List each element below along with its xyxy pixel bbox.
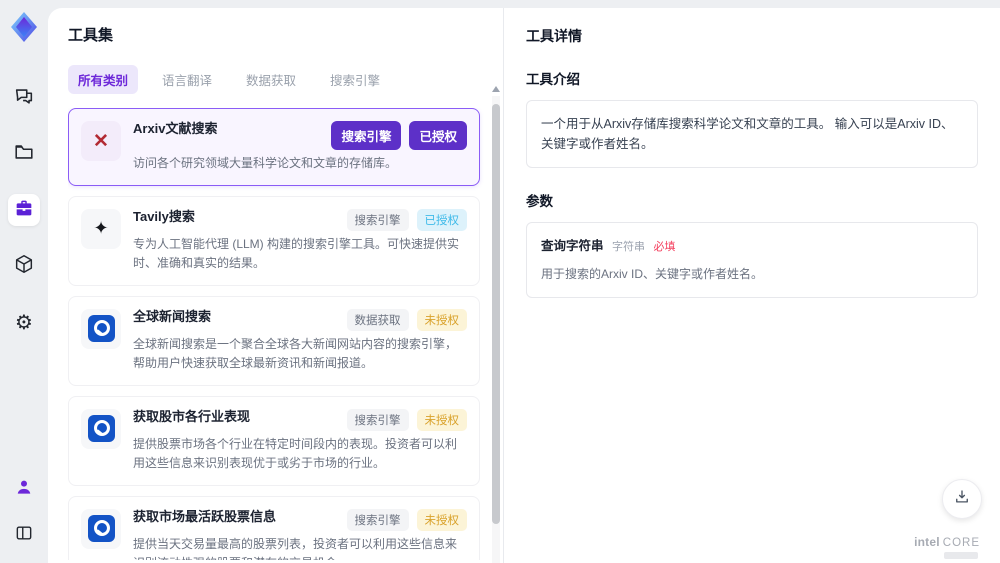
page-title: 工具集	[68, 27, 114, 44]
category-badge: 搜索引擎	[346, 508, 409, 531]
category-badge: 数据获取	[346, 308, 409, 331]
scrollbar-up-arrow[interactable]	[492, 86, 500, 92]
cube-icon	[13, 253, 35, 280]
tab-1[interactable]: 语言翻译	[152, 65, 222, 94]
tool-icon: ✦	[81, 208, 121, 249]
app-rail: ⚙	[0, 0, 48, 563]
category-badge: 搜索引擎	[346, 408, 409, 431]
intel-wordmark: intel	[914, 535, 940, 549]
tool-icon	[81, 508, 121, 549]
tool-icon	[81, 408, 121, 449]
briefcase-icon	[13, 197, 35, 224]
detail-title: 工具详情	[526, 28, 582, 44]
tool-card[interactable]: 获取股市各行业表现 搜索引擎 未授权提供股票市场各个行业在特定时间段内的表现。投资者…	[68, 395, 480, 486]
param-box: 查询字符串 字符串 必填 用于搜索的Arxiv ID、关键字或作者姓名。	[526, 222, 978, 298]
user-avatar-button[interactable]	[8, 473, 40, 505]
tool-description: 访问各个研究领域大量科学论文和文章的存储库。	[133, 156, 398, 170]
gear-icon: ⚙	[15, 310, 33, 334]
tool-title: Arxiv文献搜索	[133, 121, 218, 136]
category-tabs: 所有类别 语言翻译 数据获取 搜索引擎	[68, 65, 502, 94]
scrollbar-thumb[interactable]	[492, 104, 500, 524]
category-badge: 搜索引擎	[331, 121, 402, 150]
tool-card-list: ✕ Arxiv文献搜索 搜索引擎 已授权 访问各个研究领域大量科学论文和文章的存储库。 ✦…	[68, 108, 502, 560]
tool-card[interactable]: 全球新闻搜索 数据获取 未授权全球新闻搜索是一个聚合全球各大新闻网站内容的搜索引擎，…	[68, 295, 480, 386]
search-q-logo-icon	[87, 415, 115, 443]
sidebar-item-tools-active[interactable]	[8, 194, 40, 226]
tool-description: 提供股票市场各个行业在特定时间段内的表现。投资者可以利用这些信息来识别表现优于或…	[133, 436, 458, 470]
sidebar-item-settings[interactable]: ⚙	[8, 306, 40, 338]
tab-3[interactable]: 搜索引擎	[320, 65, 390, 94]
tool-list-pane: 工具集 所有类别 语言翻译 数据获取 搜索引擎 ✕ Arxiv文献搜索 搜索引擎 已授权 访问…	[48, 8, 502, 563]
auth-status-badge: 已授权	[416, 208, 467, 231]
folder-icon	[13, 141, 35, 168]
tool-description: 提供当天交易量最高的股票列表，投资者可以利用这些信息来识别流动性强的股票和潜在的…	[133, 536, 458, 560]
auth-status-badge: 已授权	[409, 121, 467, 150]
sidebar-item-packages[interactable]	[8, 250, 40, 282]
sidebar-item-chat[interactable]	[8, 82, 40, 114]
tavily-star-icon: ✦	[93, 218, 109, 240]
collapse-sidebar-button[interactable]	[8, 519, 40, 551]
app-logo-icon[interactable]	[7, 10, 41, 44]
auth-status-badge: 未授权	[416, 308, 467, 331]
search-q-logo-icon	[87, 515, 115, 543]
param-name: 查询字符串	[541, 239, 604, 253]
tool-card[interactable]: ✦ Tavily搜索 搜索引擎 已授权专为人工智能代理 (LLM) 构建的搜索引擎工具…	[68, 195, 480, 286]
core-wordmark: CORE	[942, 537, 980, 549]
intro-heading: 工具介绍	[526, 72, 580, 87]
param-desc: 用于搜索的Arxiv ID、关键字或作者姓名。	[541, 266, 764, 281]
search-q-logo-icon	[87, 315, 115, 343]
param-required-flag: 必填	[653, 241, 676, 253]
category-badge: 搜索引擎	[346, 208, 409, 231]
auth-status-badge: 未授权	[416, 408, 467, 431]
intel-core-logo: intel CORE	[914, 535, 980, 549]
download-icon	[953, 488, 971, 511]
param-type: 字符串	[612, 241, 645, 253]
intro-text: 一个用于从Arxiv存储库搜索科学论文和文章的工具。 输入可以是Arxiv ID…	[541, 117, 954, 151]
tool-description: 专为人工智能代理 (LLM) 构建的搜索引擎工具。可快速提供实时、准确和真实的结…	[133, 236, 460, 270]
intro-box: 一个用于从Arxiv存储库搜索科学论文和文章的工具。 输入可以是Arxiv ID…	[526, 100, 978, 168]
tab-2[interactable]: 数据获取	[236, 65, 306, 94]
tool-title: 全球新闻搜索	[133, 308, 212, 324]
tool-title: 获取市场最活跃股票信息	[133, 508, 277, 524]
tool-detail-pane: 工具详情 工具介绍 一个用于从Arxiv存储库搜索科学论文和文章的工具。 输入可…	[503, 8, 1000, 563]
tool-card[interactable]: ✕ Arxiv文献搜索 搜索引擎 已授权 访问各个研究领域大量科学论文和文章的存储库。	[68, 108, 480, 186]
tool-icon	[81, 308, 121, 349]
tab-0[interactable]: 所有类别	[68, 65, 139, 94]
tool-description: 全球新闻搜索是一个聚合全球各大新闻网站内容的搜索引擎，帮助用户快速获取全球最新资…	[133, 336, 458, 370]
user-icon	[14, 477, 34, 502]
tool-card[interactable]: 获取市场最活跃股票信息 搜索引擎 未授权提供当天交易量最高的股票列表，投资者可以利用…	[68, 495, 480, 560]
main-surface: 工具集 所有类别 语言翻译 数据获取 搜索引擎 ✕ Arxiv文献搜索 搜索引擎 已授权 访问…	[48, 8, 1000, 563]
chat-icon	[13, 85, 35, 112]
tool-icon: ✕	[81, 121, 121, 161]
tool-title: 获取股市各行业表现	[133, 408, 251, 424]
panel-columns-icon	[14, 523, 34, 548]
arxiv-logo-icon: ✕	[93, 130, 109, 152]
params-heading: 参数	[526, 194, 553, 209]
sidebar-item-files[interactable]	[8, 138, 40, 170]
auth-status-badge: 未授权	[416, 508, 467, 531]
download-button[interactable]	[942, 479, 982, 519]
tool-title: Tavily搜索	[133, 208, 195, 224]
intel-logo-sub-badge	[944, 552, 978, 559]
